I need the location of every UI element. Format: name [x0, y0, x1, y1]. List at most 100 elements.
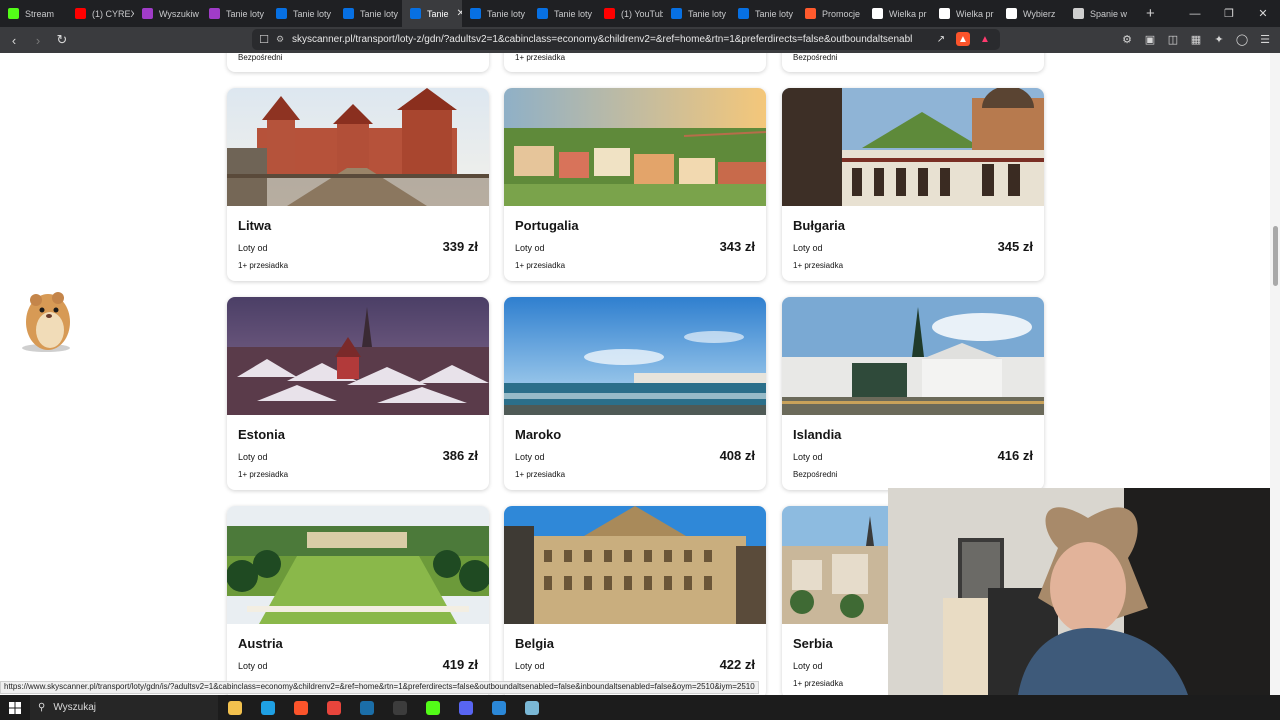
- site-info-icon[interactable]: ⚙: [276, 34, 292, 45]
- tab-label: Spanie w: [1090, 8, 1128, 19]
- destination-card-bulgaria[interactable]: Bułgaria Loty od 345 zł 1+ przesiadka: [782, 88, 1044, 281]
- stops-label: Bezpośredni: [793, 470, 838, 479]
- back-button[interactable]: ‹: [4, 30, 24, 50]
- destination-name: Portugalia: [515, 218, 579, 233]
- browser-tab[interactable]: Tanie loty: [730, 0, 797, 27]
- destination-price: 345 zł: [997, 239, 1033, 254]
- page-scrollbar[interactable]: [1270, 53, 1280, 695]
- destination-price: 386 zł: [442, 448, 478, 463]
- vpn-icon[interactable]: ◯: [1235, 32, 1249, 46]
- taskbar-app[interactable]: [284, 695, 317, 720]
- menu-icon[interactable]: ☰: [1258, 32, 1272, 46]
- minimize-button[interactable]: —: [1178, 0, 1212, 27]
- browser-tab[interactable]: Tanie loty: [529, 0, 596, 27]
- obs-icon: [392, 700, 407, 715]
- destination-card-austria[interactable]: Austria Loty od 419 zł: [227, 506, 489, 695]
- taskbar-app[interactable]: [449, 695, 482, 720]
- destination-card-portugalia[interactable]: Portugalia Loty od 343 zł 1+ przesiadka: [504, 88, 766, 281]
- url-text[interactable]: skyscanner.pl/transport/loty-z/gdn/?adul…: [292, 34, 912, 45]
- taskbar-search[interactable]: ⚲ Wyszukaj: [30, 695, 218, 720]
- taskbar-app[interactable]: [482, 695, 515, 720]
- destination-name: Austria: [238, 636, 283, 651]
- taskbar-app[interactable]: [383, 695, 416, 720]
- destination-price: 343 zł: [719, 239, 755, 254]
- windows-start-icon[interactable]: [0, 695, 30, 720]
- browser-tab[interactable]: Tanie loty: [663, 0, 730, 27]
- browser-tab[interactable]: Stream: [0, 0, 67, 27]
- url-bar[interactable]: ☐ ⚙ skyscanner.pl/transport/loty-z/gdn/?…: [252, 29, 1000, 50]
- tab-label: Tanie loty: [293, 8, 332, 19]
- browser-tab[interactable]: Tanie ✕: [402, 0, 462, 27]
- destination-card-estonia[interactable]: Estonia Loty od 386 zł 1+ przesiadka: [227, 297, 489, 490]
- destination-image: [782, 88, 1044, 206]
- stops-label: 1+ przesiadka: [793, 679, 844, 688]
- skyscanner-icon: [738, 8, 749, 19]
- browser-tab[interactable]: Tanie loty: [268, 0, 335, 27]
- tab-label: Tanie loty: [226, 8, 265, 19]
- browser-tab[interactable]: Spanie w: [1065, 0, 1132, 27]
- browser-tab[interactable]: Wielka pr: [931, 0, 998, 27]
- bookmark-icon[interactable]: ☐: [252, 33, 276, 46]
- steam-icon: [359, 700, 374, 715]
- kick-icon: [8, 8, 19, 19]
- status-bar-url: https://www.skyscanner.pl/transport/loty…: [0, 681, 759, 694]
- browser-tab[interactable]: Wyszukiw: [134, 0, 201, 27]
- destination-card-islandia[interactable]: Islandia Loty od 416 zł Bezpośredni: [782, 297, 1044, 490]
- hamster-overlay-image: [22, 292, 70, 352]
- travel-icon: [939, 8, 950, 19]
- purple-app-icon: [209, 8, 220, 19]
- destination-card-litwa[interactable]: Litwa Loty od 339 zł 1+ przesiadka: [227, 88, 489, 281]
- destination-image: [782, 297, 1044, 415]
- browser-tab[interactable]: (1) YouTub: [596, 0, 663, 27]
- extensions-icon[interactable]: ⚙: [1120, 32, 1134, 46]
- taskbar-app[interactable]: [416, 695, 449, 720]
- tab-label: Promocje: [822, 8, 861, 19]
- window-controls: — ❐ ✕: [1178, 0, 1280, 27]
- skyscanner-icon: [671, 8, 682, 19]
- search-icon: ⚲: [38, 702, 46, 713]
- taskbar-app[interactable]: [251, 695, 284, 720]
- taskbar-app[interactable]: [350, 695, 383, 720]
- browser-tab-bar: Stream (1) CYREX Wyszukiw Tanie loty Tanie l…: [0, 0, 1280, 27]
- browser-tab[interactable]: Tanie loty: [462, 0, 529, 27]
- browser-tab[interactable]: Wybierz: [998, 0, 1065, 27]
- tab-label: Tanie loty: [360, 8, 399, 19]
- destination-card-maroko[interactable]: Maroko Loty od 408 zł 1+ przesiadka: [504, 297, 766, 490]
- leo-ai-icon[interactable]: ✦: [1212, 32, 1226, 46]
- tab-label: (1) CYREX: [92, 8, 134, 19]
- partial-card-top[interactable]: Bezpośredni: [782, 53, 1044, 72]
- browser-tab[interactable]: (1) CYREX: [67, 0, 134, 27]
- destination-price: 419 zł: [442, 657, 478, 672]
- scrollbar-thumb[interactable]: [1273, 226, 1278, 286]
- taskbar-app[interactable]: [218, 695, 251, 720]
- purple-app-icon: [142, 8, 153, 19]
- tab-label: Stream: [25, 8, 55, 19]
- edge-icon: [260, 700, 275, 715]
- brave-rewards-icon[interactable]: ▲: [978, 32, 992, 46]
- forward-button[interactable]: ›: [28, 30, 48, 50]
- brave-shields-icon[interactable]: ▲: [956, 32, 970, 46]
- destination-card-belgia[interactable]: Belgia Loty od 422 zł: [504, 506, 766, 695]
- close-window-button[interactable]: ✕: [1246, 0, 1280, 27]
- tab-label: Wyszukiw: [159, 8, 199, 19]
- taskbar-app[interactable]: [317, 695, 350, 720]
- wallet-alt-icon[interactable]: ▦: [1189, 32, 1203, 46]
- browser-tab[interactable]: Tanie loty: [201, 0, 268, 27]
- new-tab-button[interactable]: +: [1146, 5, 1155, 22]
- browser-tab[interactable]: Wielka pr: [864, 0, 931, 27]
- restore-button[interactable]: ❐: [1212, 0, 1246, 27]
- browser-tab[interactable]: Promocje: [797, 0, 864, 27]
- share-icon[interactable]: ↗: [934, 32, 948, 46]
- partial-card-top[interactable]: Bezpośredni: [227, 53, 489, 72]
- windows-taskbar: ⚲ Wyszukaj: [0, 695, 1280, 720]
- reload-button[interactable]: ↻: [52, 30, 72, 50]
- wallet-icon[interactable]: ▣: [1143, 32, 1157, 46]
- stops-label: 1+ przesiadka: [238, 470, 289, 479]
- destination-name: Bułgaria: [793, 218, 846, 233]
- destination-name: Serbia: [793, 636, 833, 651]
- browser-tab[interactable]: Tanie loty: [335, 0, 402, 27]
- partial-card-top[interactable]: 1+ przesiadka: [504, 53, 766, 72]
- sidebar-icon[interactable]: ◫: [1166, 32, 1180, 46]
- taskbar-app[interactable]: [515, 695, 548, 720]
- stops-label: 1+ przesiadka: [515, 261, 566, 270]
